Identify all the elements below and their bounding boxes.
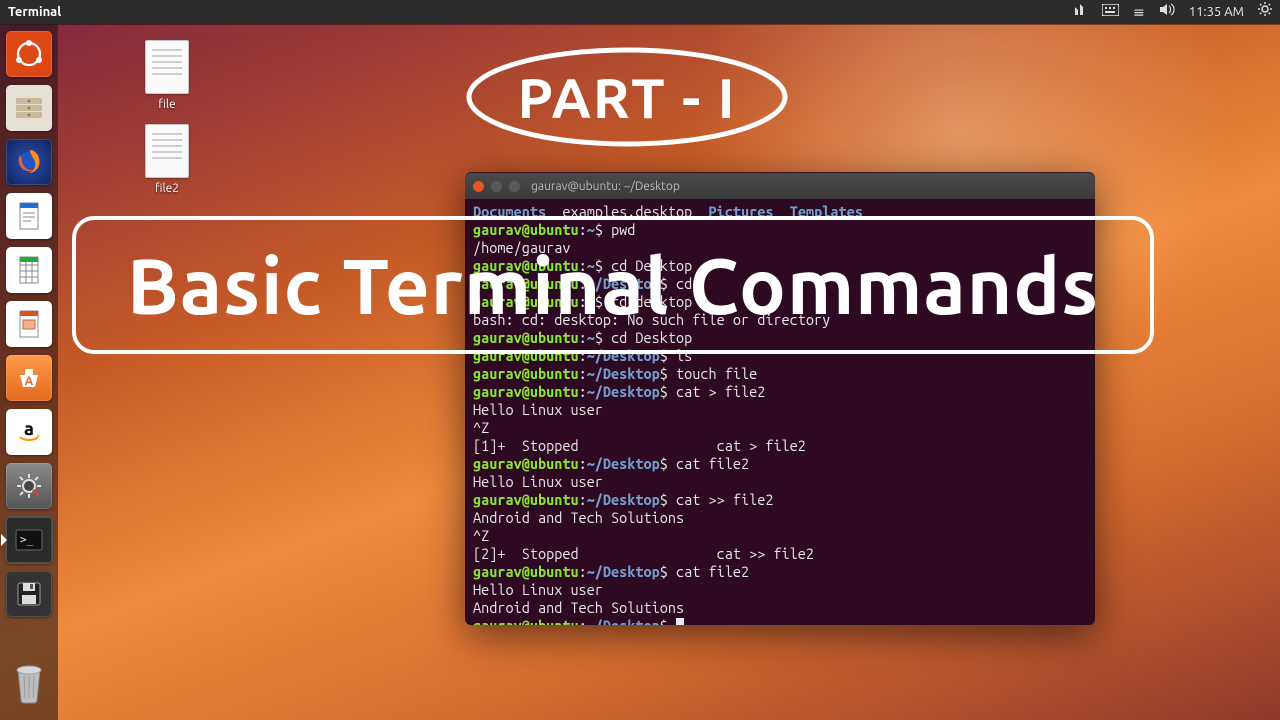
- window-close-icon[interactable]: [473, 181, 484, 192]
- keyboard-indicator-icon[interactable]: [1102, 0, 1119, 24]
- svg-text:>_: >_: [20, 533, 34, 546]
- active-app-name: Terminal: [8, 0, 61, 24]
- session-gear-icon[interactable]: [1258, 0, 1272, 24]
- cmd: cat file2: [676, 563, 749, 580]
- window-maximize-icon[interactable]: [509, 181, 520, 192]
- output-line: ^Z: [473, 527, 489, 544]
- launcher-save-disk[interactable]: [5, 570, 53, 618]
- overlay-part-title: PART - I: [462, 44, 792, 150]
- ubuntu-desktop: Terminal ≡ 11:35 AM A a >_: [0, 0, 1280, 720]
- sound-icon[interactable]: [1159, 0, 1175, 24]
- launcher-calc[interactable]: [5, 246, 53, 294]
- launcher-impress[interactable]: [5, 300, 53, 348]
- cmd: cat > file2: [676, 383, 765, 400]
- output-line: [2]+ Stopped cat >> file2: [473, 545, 814, 562]
- launcher-files[interactable]: [5, 84, 53, 132]
- output-line: [1]+ Stopped cat > file2: [473, 437, 806, 454]
- launcher-software-center[interactable]: A: [5, 354, 53, 402]
- launcher-trash[interactable]: [5, 658, 53, 706]
- launcher-firefox[interactable]: [5, 138, 53, 186]
- clock[interactable]: 11:35 AM: [1189, 0, 1244, 24]
- cmd: cat file2: [676, 455, 749, 472]
- network-icon[interactable]: [1073, 0, 1088, 24]
- desktop-file-label: file2: [128, 182, 206, 195]
- launcher-ubuntu-dash[interactable]: [5, 30, 53, 78]
- overlay-big-title: Basic Terminal Commands: [72, 216, 1154, 354]
- desktop-file-icon[interactable]: file: [128, 40, 206, 111]
- text-file-icon: [145, 40, 189, 94]
- bluetooth-icon[interactable]: ≡: [1133, 0, 1145, 24]
- cmd: cat >> file2: [676, 491, 773, 508]
- cmd: touch file: [676, 365, 757, 382]
- overlay-part-text: PART - I: [462, 44, 792, 150]
- unity-launcher: A a >_: [0, 24, 58, 720]
- window-minimize-icon[interactable]: [491, 181, 502, 192]
- launcher-amazon[interactable]: a: [5, 408, 53, 456]
- system-tray: ≡ 11:35 AM: [1073, 0, 1272, 24]
- launcher-writer[interactable]: [5, 192, 53, 240]
- text-file-icon: [145, 124, 189, 178]
- desktop-file-icon[interactable]: file2: [128, 124, 206, 195]
- svg-text:A: A: [25, 375, 34, 388]
- output-line: Hello Linux user: [473, 401, 603, 418]
- output-line: Hello Linux user: [473, 473, 603, 490]
- overlay-big-text: Basic Terminal Commands: [127, 241, 1099, 329]
- terminal-window-title: gaurav@ubuntu: ~/Desktop: [531, 180, 680, 193]
- desktop-file-label: file: [128, 98, 206, 111]
- output-line: Android and Tech Solutions: [473, 599, 684, 616]
- output-line: Android and Tech Solutions: [473, 509, 684, 526]
- svg-text:a: a: [24, 419, 34, 439]
- output-line: Hello Linux user: [473, 581, 603, 598]
- terminal-titlebar[interactable]: gaurav@ubuntu: ~/Desktop: [465, 173, 1095, 199]
- output-line: ^Z: [473, 419, 489, 436]
- launcher-settings[interactable]: [5, 462, 53, 510]
- top-menubar: Terminal ≡ 11:35 AM: [0, 0, 1280, 24]
- terminal-cursor: [676, 618, 684, 625]
- launcher-terminal[interactable]: >_: [5, 516, 53, 564]
